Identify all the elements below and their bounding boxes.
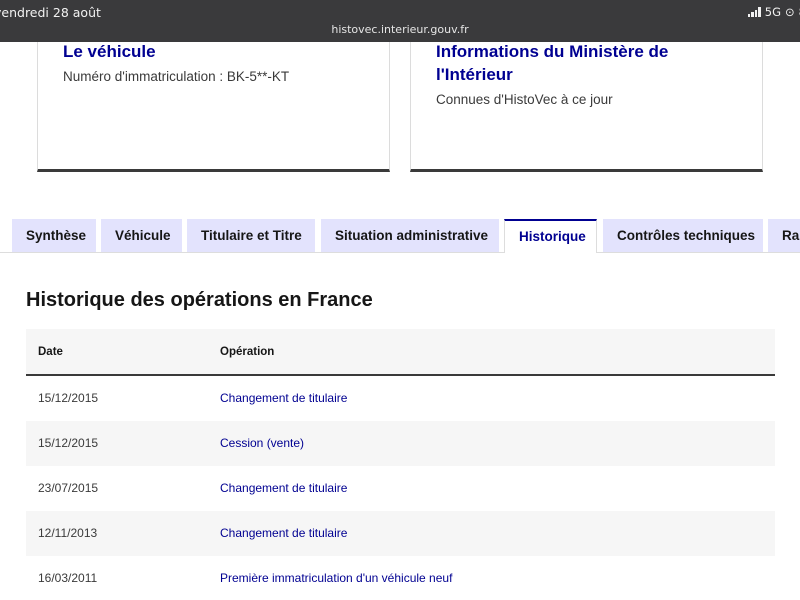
orientation-lock-icon: ⊙ xyxy=(785,5,795,19)
vehicle-card-title: Le véhicule xyxy=(63,42,156,61)
row-operation[interactable]: Première immatriculation d'un véhicule n… xyxy=(220,571,452,585)
status-bar: vendredi 28 août histovec.interieur.gouv… xyxy=(0,0,800,42)
row-date: 23/07/2015 xyxy=(38,481,99,495)
table-row: 23/07/2015 Changement de titulaire xyxy=(26,466,775,511)
vehicle-card: Le véhicule Numéro d'immatriculation : B… xyxy=(37,42,390,172)
tab-bar: Synthèse Véhicule Titulaire et Titre Sit… xyxy=(0,219,800,253)
row-operation[interactable]: Cession (vente) xyxy=(220,436,304,450)
tab-vehicule[interactable]: Véhicule xyxy=(101,219,182,252)
ministry-info-card: Informations du Ministère de l'Intérieur… xyxy=(410,42,763,172)
tab-synthese[interactable]: Synthèse xyxy=(12,219,96,252)
row-date: 12/11/2013 xyxy=(38,526,98,540)
row-operation[interactable]: Changement de titulaire xyxy=(220,481,347,495)
history-table: Date Opération 15/12/2015 Changement de … xyxy=(26,329,775,585)
table-row: 15/12/2015 Changement de titulaire xyxy=(26,376,775,421)
network-label: 5G xyxy=(764,5,782,19)
row-operation[interactable]: Changement de titulaire xyxy=(220,391,347,405)
table-row: 16/03/2011 Première immatriculation d'un… xyxy=(26,556,775,600)
row-date: 15/12/2015 xyxy=(38,436,99,450)
section-title: Historique des opérations en France xyxy=(26,289,373,311)
table-row: 12/11/2013 Changement de titulaire xyxy=(26,511,775,556)
url-bar[interactable]: histovec.interieur.gouv.fr xyxy=(0,23,800,36)
tab-titulaire-et-titre[interactable]: Titulaire et Titre xyxy=(187,219,315,252)
tab-controles-techniques[interactable]: Contrôles techniques xyxy=(603,219,763,252)
column-header-date: Date xyxy=(38,346,63,358)
tab-historique[interactable]: Historique xyxy=(504,219,597,253)
signal-icon xyxy=(747,7,761,17)
ministry-card-title: Informations du Ministère de l'Intérieur xyxy=(436,42,669,84)
ministry-card-subtitle: Connues d'HistoVec à ce jour xyxy=(436,92,613,107)
status-date: vendredi 28 août xyxy=(0,5,101,20)
table-header: Date Opération xyxy=(26,329,775,376)
registration-number: Numéro d'immatriculation : BK-5**-KT xyxy=(63,69,290,84)
column-header-operation: Opération xyxy=(220,346,275,358)
tab-situation-administrative[interactable]: Situation administrative xyxy=(321,219,499,252)
status-indicators: 5G ⊙ 8 xyxy=(747,5,800,19)
row-date: 15/12/2015 xyxy=(38,391,99,405)
tab-rapport[interactable]: Rapport xyxy=(768,219,800,252)
table-row: 15/12/2015 Cession (vente) xyxy=(26,421,775,466)
row-operation[interactable]: Changement de titulaire xyxy=(220,526,347,540)
row-date: 16/03/2011 xyxy=(38,571,98,585)
